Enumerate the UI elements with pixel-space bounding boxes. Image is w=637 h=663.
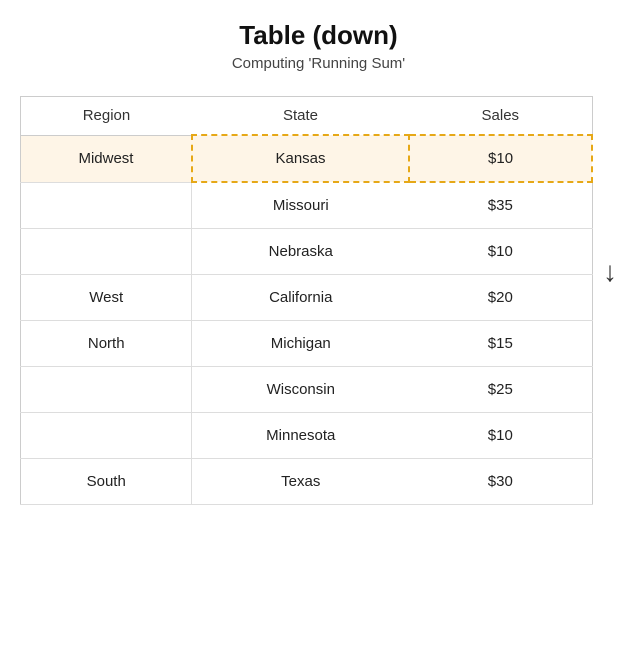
cell-state: Minnesota: [192, 413, 409, 459]
main-container: Table (down) Computing 'Running Sum' Reg…: [20, 20, 617, 505]
cell-region: [21, 413, 192, 459]
cell-sales: $20: [409, 275, 592, 321]
cell-region: [21, 182, 192, 229]
cell-region: [21, 229, 192, 275]
table-wrapper: Region State Sales MidwestKansas$10Misso…: [20, 96, 617, 505]
cell-sales: $35: [409, 182, 592, 229]
page-title: Table (down): [20, 20, 617, 51]
cell-region: West: [21, 275, 192, 321]
cell-sales: $10: [409, 135, 592, 182]
cell-region: Midwest: [21, 135, 192, 182]
cell-region: North: [21, 321, 192, 367]
down-arrow-icon: ↓: [603, 256, 617, 288]
cell-state: Kansas: [192, 135, 409, 182]
cell-sales: $30: [409, 459, 592, 505]
cell-region: [21, 367, 192, 413]
data-table: Region State Sales MidwestKansas$10Misso…: [20, 96, 593, 505]
cell-state: Missouri: [192, 182, 409, 229]
cell-sales: $15: [409, 321, 592, 367]
cell-state: Michigan: [192, 321, 409, 367]
cell-region: South: [21, 459, 192, 505]
cell-state: Nebraska: [192, 229, 409, 275]
col-header-state: State: [192, 97, 409, 136]
cell-sales: $25: [409, 367, 592, 413]
page-subtitle: Computing 'Running Sum': [20, 55, 617, 72]
col-header-sales: Sales: [409, 97, 592, 136]
cell-sales: $10: [409, 413, 592, 459]
cell-state: Wisconsin: [192, 367, 409, 413]
col-header-region: Region: [21, 97, 192, 136]
cell-state: California: [192, 275, 409, 321]
cell-sales: $10: [409, 229, 592, 275]
cell-state: Texas: [192, 459, 409, 505]
